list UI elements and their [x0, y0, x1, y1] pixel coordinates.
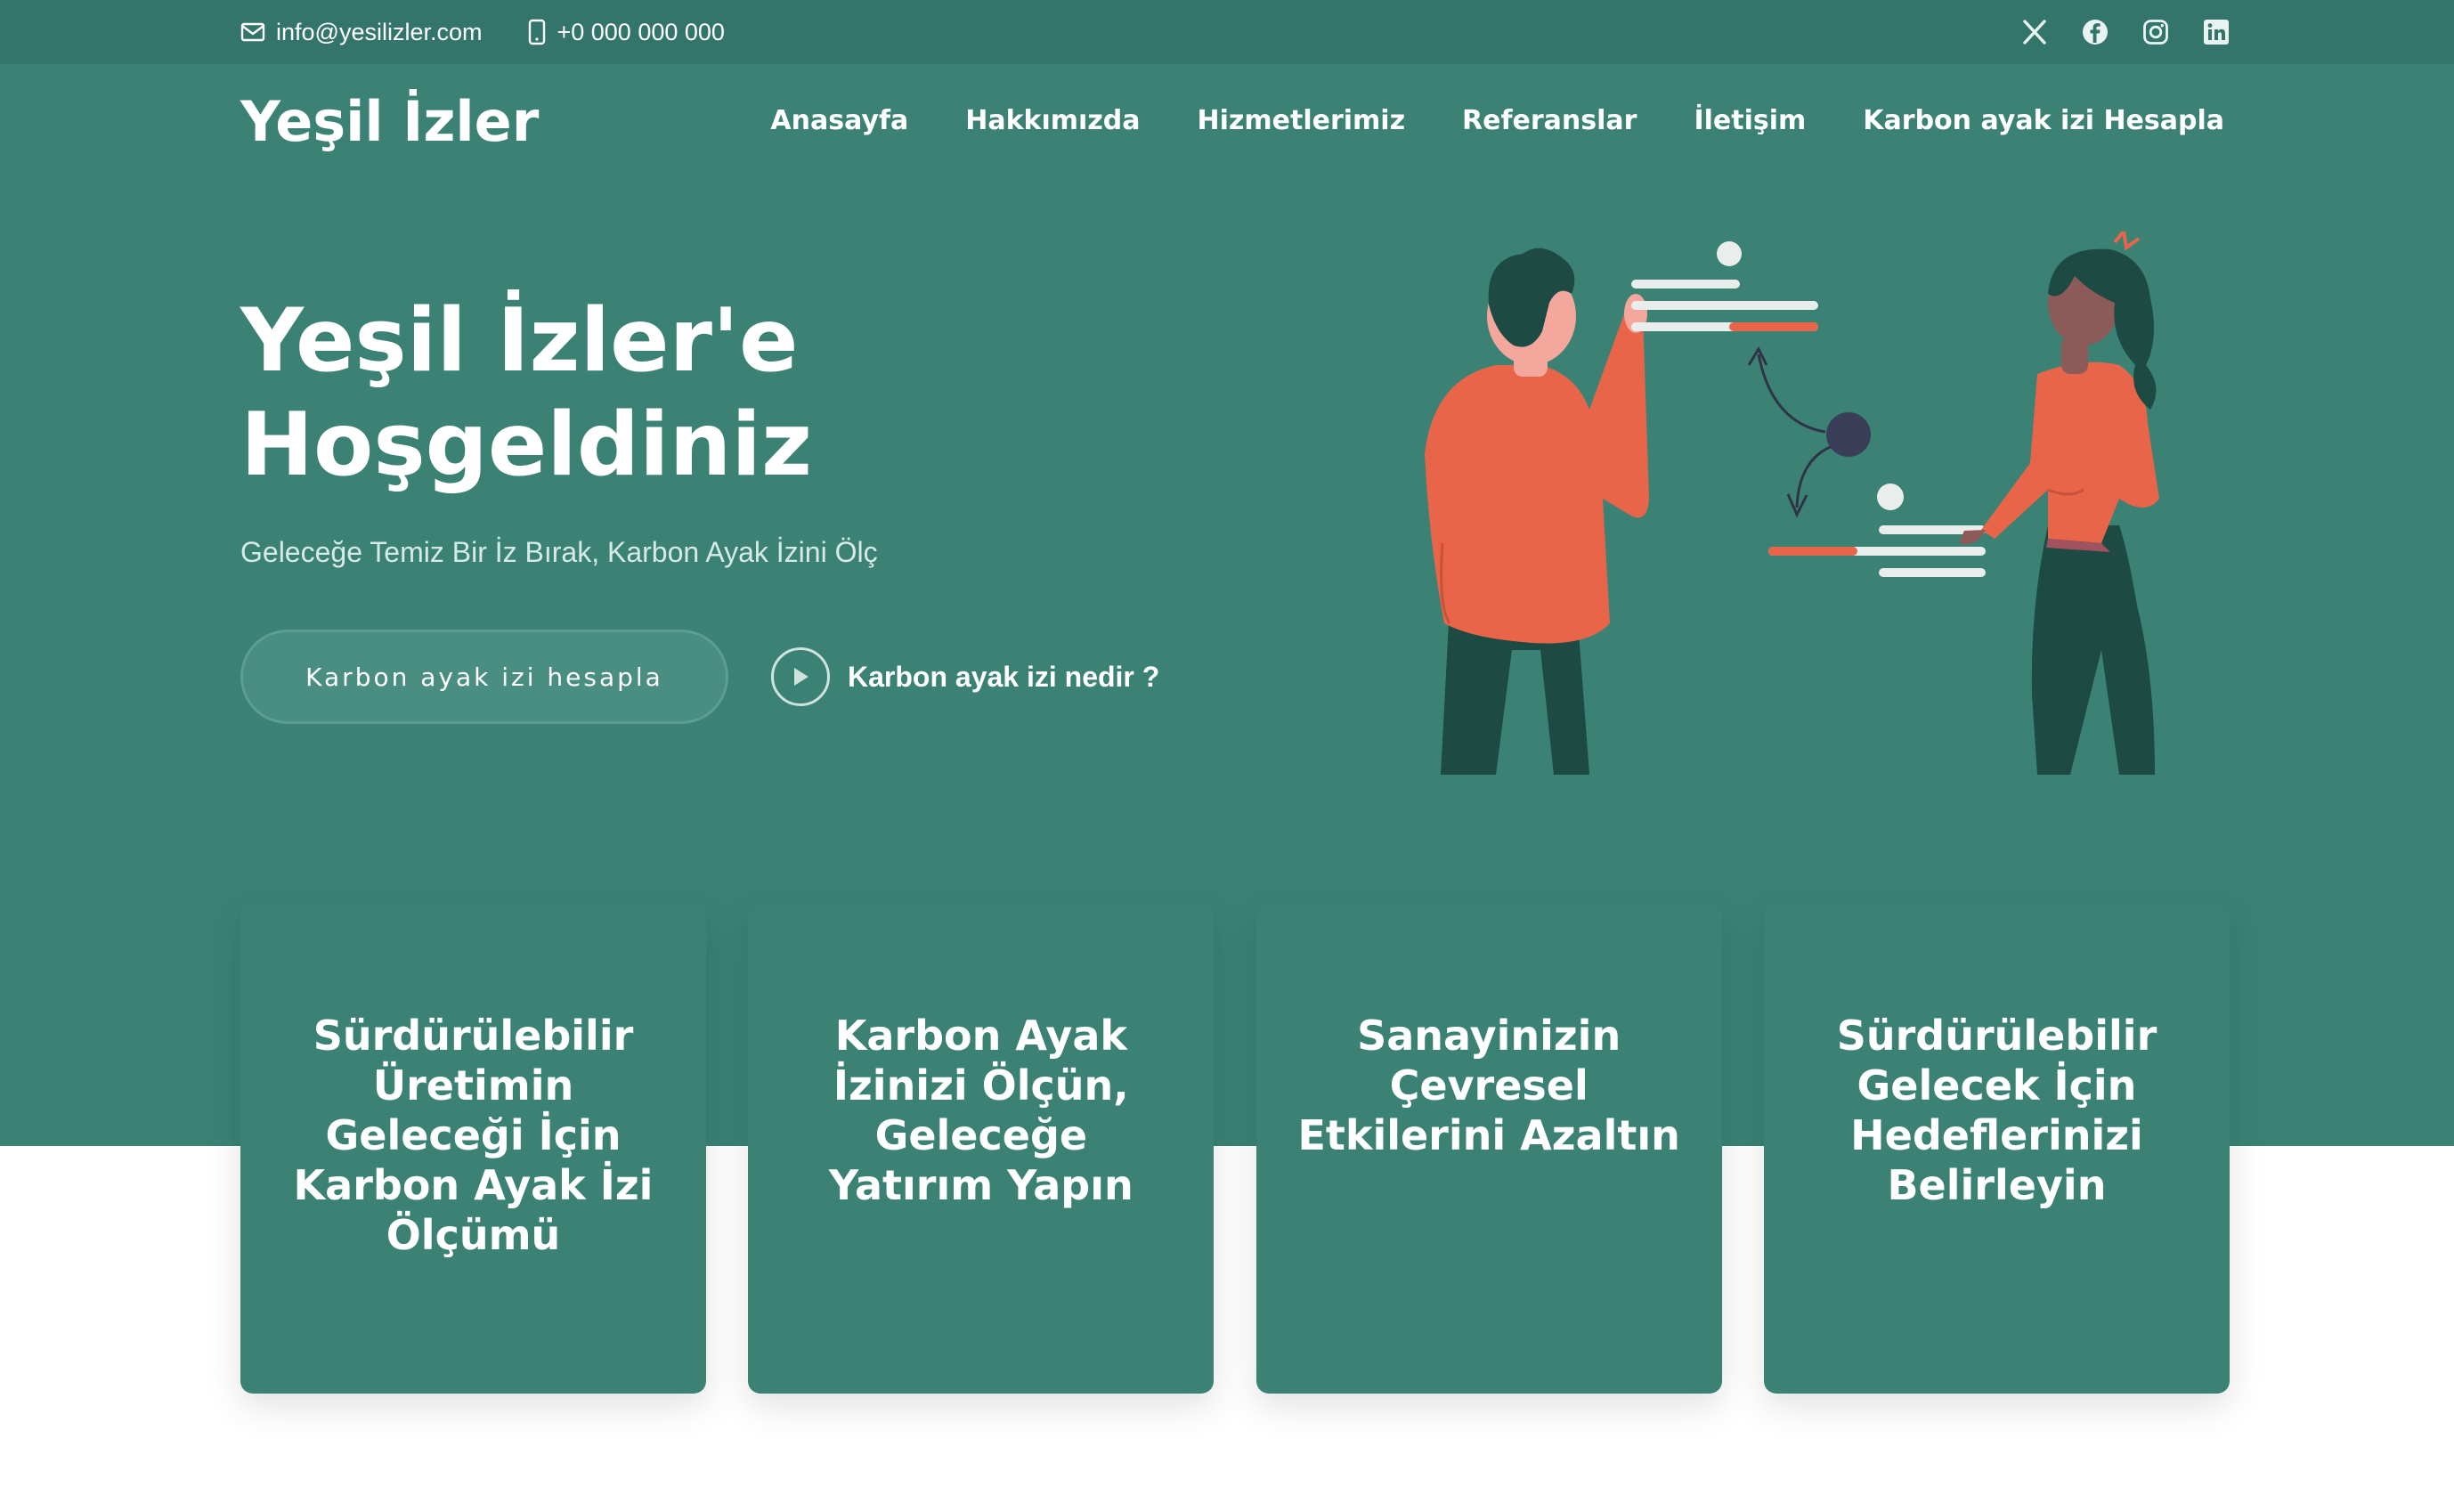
site-logo[interactable]: Yeşil İzler [240, 89, 539, 154]
phone-icon [528, 19, 546, 45]
feature-card-title: Sürdürülebilir Gelecek İçin Hedefleriniz… [1836, 1012, 2157, 1209]
feature-card-title: Karbon Ayak İzinizi Ölçün, Geleceğe Yatı… [828, 1012, 1134, 1209]
feature-card[interactable]: Sanayinizin Çevresel Etkilerini Azaltın [1255, 904, 1722, 1394]
feature-card-title: Sürdürülebilir Üretimin Geleceği İçin Ka… [293, 1012, 654, 1259]
nav-item-hizmetlerimiz[interactable]: Hizmetlerimiz [1198, 105, 1406, 136]
calculate-footprint-button[interactable]: Karbon ayak izi hesapla [240, 630, 728, 724]
hero-illustration [1407, 227, 2244, 784]
phone-link[interactable]: +0 000 000 000 [528, 18, 725, 46]
feature-card[interactable]: Sürdürülebilir Gelecek İçin Hedefleriniz… [1763, 904, 2230, 1394]
man-figure [1425, 248, 1649, 775]
nav-item-karbon-hesapla[interactable]: Karbon ayak izi Hesapla [1863, 105, 2224, 136]
nav-item-anasayfa[interactable]: Anasayfa [770, 105, 908, 136]
nav-item-referanslar[interactable]: Referanslar [1462, 105, 1637, 136]
hero-title-line1: Yeşil İzler'e [240, 290, 799, 392]
hero-title: Yeşil İzler'e Hoşgeldiniz [240, 289, 1042, 498]
watch-video-link[interactable]: Karbon ayak izi nedir ? [771, 647, 1159, 706]
envelope-icon [240, 22, 265, 42]
email-link[interactable]: info@yesilizler.com [240, 19, 482, 46]
top-bar: info@yesilizler.com +0 000 000 000 [0, 0, 2454, 64]
feature-cards: Sürdürülebilir Üretimin Geleceği İçin Ka… [240, 904, 2230, 1394]
nav-item-hakkimizda[interactable]: Hakkımızda [965, 105, 1140, 136]
hero-subtitle: Geleceğe Temiz Bir İz Bırak, Karbon Ayak… [240, 536, 878, 568]
main-nav: Anasayfa Hakkımızda Hizmetlerimiz Refera… [770, 105, 2224, 136]
nav-item-iletisim[interactable]: İletişim [1694, 105, 1806, 136]
woman-figure [1959, 227, 2159, 775]
x-icon[interactable] [2021, 19, 2048, 45]
feature-card[interactable]: Karbon Ayak İzinizi Ölçün, Geleceğe Yatı… [748, 904, 1215, 1394]
linkedin-icon[interactable] [2203, 19, 2230, 45]
facebook-icon[interactable] [2082, 19, 2109, 45]
phone-text: +0 000 000 000 [557, 18, 725, 45]
feature-card-title: Sanayinizin Çevresel Etkilerini Azaltın [1297, 1012, 1680, 1159]
email-text: info@yesilizler.com [276, 18, 483, 45]
video-label: Karbon ayak izi nedir ? [848, 660, 1160, 693]
social-links [2021, 0, 2230, 64]
hero-title-line2: Hoşgeldiniz [240, 394, 813, 496]
feature-card[interactable]: Sürdürülebilir Üretimin Geleceği İçin Ka… [240, 904, 706, 1394]
contact-info: info@yesilizler.com +0 000 000 000 [240, 0, 725, 64]
instagram-icon[interactable] [2142, 19, 2169, 45]
play-icon[interactable] [771, 647, 830, 706]
